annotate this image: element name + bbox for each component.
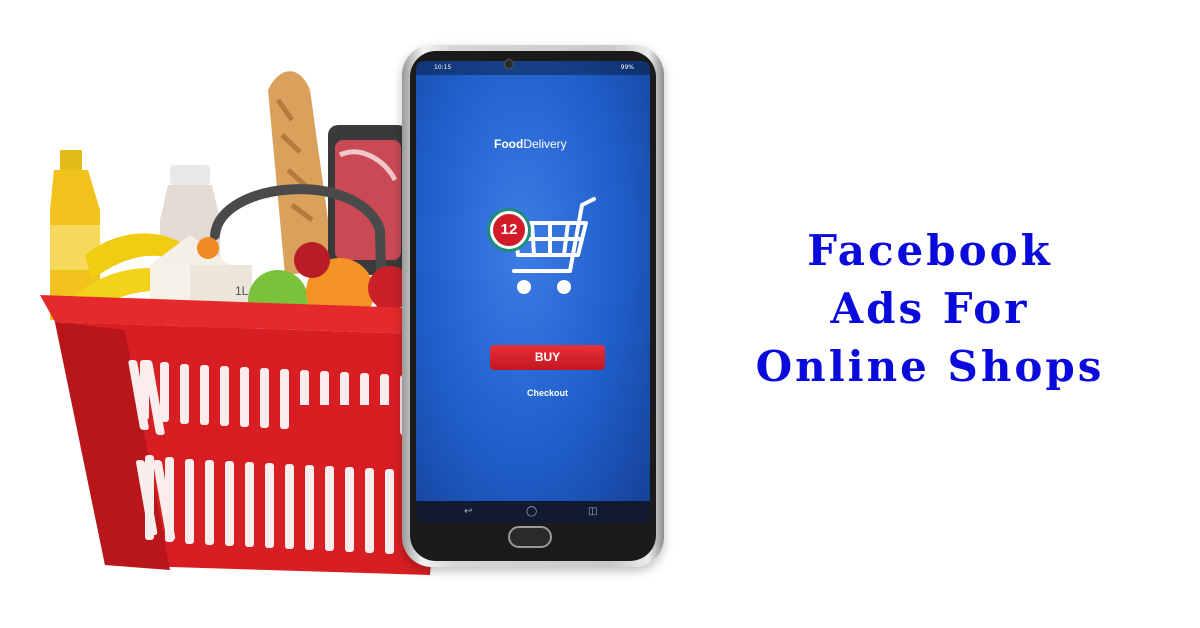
home-icon[interactable]: ◯	[526, 505, 537, 519]
status-battery: 99%	[620, 64, 634, 71]
app-title: FoodDelivery	[494, 137, 567, 151]
front-camera	[504, 59, 514, 69]
baguette	[268, 71, 335, 275]
ad-banner: 1L 10:15 99% FoodDelivery 12 BUY Checkou…	[0, 0, 1200, 628]
app-title-regular: Delivery	[523, 137, 567, 151]
smartphone: 10:15 99% FoodDelivery 12 BUY Checkout ↩…	[402, 45, 664, 567]
recents-icon[interactable]: ◫	[588, 505, 597, 519]
headline-line-1: Facebook	[807, 226, 1053, 275]
cart-count-badge: 12	[490, 211, 528, 249]
android-nav-bar: ↩ ◯ ◫	[416, 501, 650, 523]
home-button[interactable]	[508, 526, 552, 548]
headline: Facebook Ads For Online Shops	[700, 222, 1160, 396]
status-time: 10:15	[434, 64, 452, 71]
svg-text:1L: 1L	[235, 284, 249, 298]
phone-screen: 10:15 99% FoodDelivery 12 BUY Checkout ↩…	[416, 61, 650, 523]
tomato	[294, 242, 330, 278]
back-icon[interactable]: ↩	[464, 505, 472, 519]
shopping-cart-icon	[512, 197, 596, 294]
headline-line-2: Ads For	[830, 284, 1030, 333]
app-title-bold: Food	[494, 137, 524, 151]
status-bar: 10:15 99%	[416, 61, 650, 75]
headline-line-3: Online Shops	[755, 342, 1105, 391]
checkout-link[interactable]: Checkout	[490, 388, 605, 398]
buy-button[interactable]: BUY	[490, 345, 605, 370]
